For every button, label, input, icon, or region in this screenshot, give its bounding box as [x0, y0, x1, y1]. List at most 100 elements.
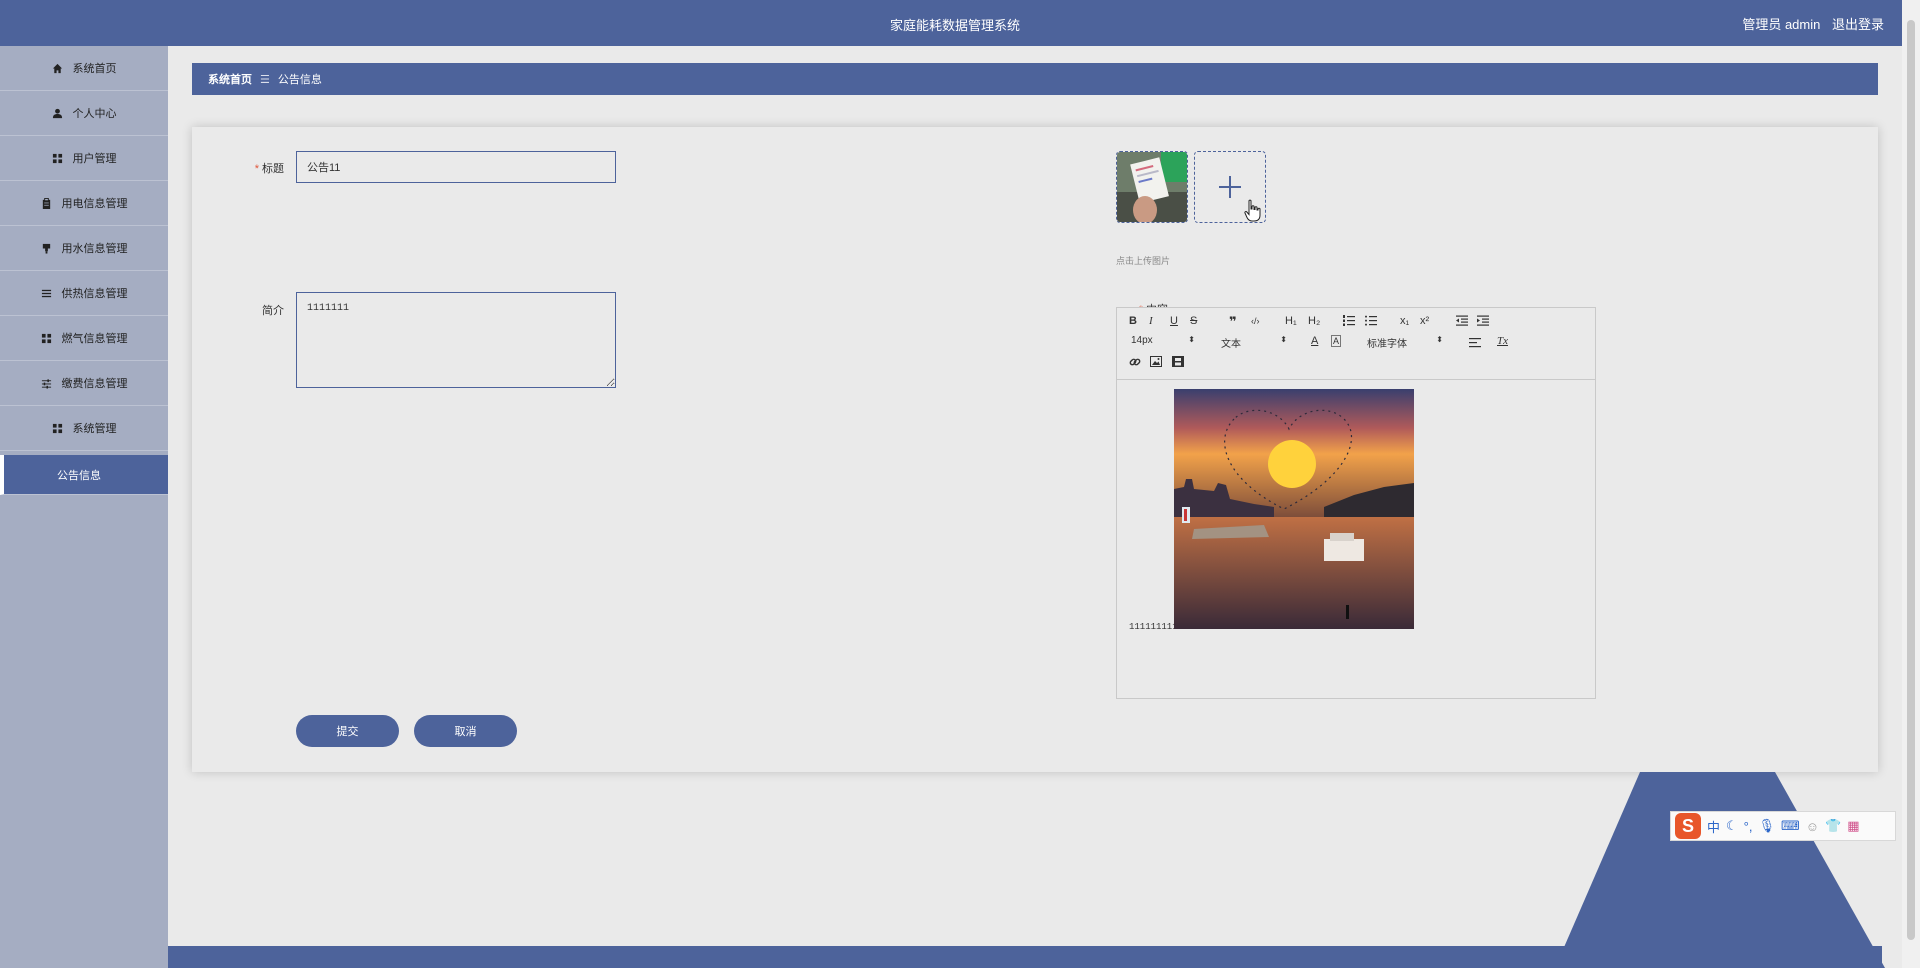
decorative-triangle	[1555, 772, 1885, 968]
outdent-button[interactable]	[1456, 315, 1468, 329]
font-size-select[interactable]: 14px ⬍	[1131, 335, 1195, 346]
notice-form-card: *标题 简介 1111111 *图片 点击上传图片	[192, 127, 1878, 772]
grid-icon	[41, 332, 53, 344]
sidebar-item-electricity[interactable]: 用电信息管理	[0, 181, 168, 226]
submit-button[interactable]: 提交	[296, 715, 399, 747]
sidebar-item-payment[interactable]: 缴费信息管理	[0, 361, 168, 406]
select-arrows-icon: ⬍	[1188, 335, 1195, 344]
scrollbar-thumb[interactable]	[1907, 20, 1915, 940]
select-arrows-icon: ⬍	[1280, 335, 1287, 344]
select-arrows-icon: ⬍	[1436, 335, 1443, 344]
outdent-icon	[1456, 315, 1468, 326]
link-icon	[1129, 358, 1141, 366]
background-color-button[interactable]: A	[1331, 335, 1342, 347]
plus-icon	[1219, 176, 1241, 198]
header1-button[interactable]: H₁	[1285, 315, 1297, 327]
title-label: * 标题	[254, 163, 284, 175]
video-button[interactable]	[1172, 356, 1184, 370]
ime-toolbar[interactable]: S 中 ☾ °, 🎙 ⌨ ☺ 👕 ▦	[1670, 811, 1896, 841]
strike-button[interactable]: S	[1190, 315, 1197, 327]
sidebar-item-system[interactable]: 系统管理	[0, 406, 168, 451]
ordered-list-button[interactable]	[1343, 315, 1355, 329]
link-button[interactable]	[1129, 356, 1141, 371]
image-button[interactable]	[1150, 356, 1162, 370]
clear-format-icon: Tx	[1497, 335, 1508, 347]
footer-bar	[168, 946, 1882, 968]
underline-button[interactable]: U	[1170, 315, 1178, 327]
video-icon	[1172, 356, 1184, 367]
sidebar-item-gas[interactable]: 燃气信息管理	[0, 316, 168, 361]
font-family-select[interactable]: 标准字体 ⬍	[1367, 335, 1443, 350]
ordered-list-icon	[1343, 315, 1355, 326]
subscript-button[interactable]: x₁	[1400, 315, 1409, 327]
sidebar: 系统首页 个人中心 用户管理 用电信息管理 用水信息管理 供热信息管理 燃气信息…	[0, 46, 168, 968]
background-color-icon: A	[1333, 336, 1340, 346]
user-icon[interactable]: ☺	[1806, 819, 1819, 834]
image-icon	[1150, 356, 1162, 367]
header2-button[interactable]: H₂	[1308, 315, 1320, 327]
logout-link[interactable]: 退出登录	[1832, 17, 1884, 32]
apps-grid-icon[interactable]: ▦	[1847, 818, 1859, 834]
upload-hint: 点击上传图片	[1116, 256, 1171, 266]
sidebar-item-label: 燃气信息管理	[61, 333, 128, 345]
punctuation-icon[interactable]: °,	[1744, 819, 1753, 834]
code-block-button[interactable]: ‹/›	[1251, 316, 1260, 326]
sidebar-item-home[interactable]: 系统首页	[0, 46, 168, 91]
blockquote-button[interactable]: ❞	[1229, 314, 1237, 330]
moon-icon[interactable]: ☾	[1726, 818, 1738, 834]
sidebar-item-water[interactable]: 用水信息管理	[0, 226, 168, 271]
user-area: 管理员 admin 退出登录	[1734, 14, 1884, 33]
sidebar-item-heating[interactable]: 供热信息管理	[0, 271, 168, 316]
bold-button[interactable]: B	[1129, 315, 1137, 327]
bullet-list-button[interactable]	[1365, 315, 1377, 329]
bullet-list-icon	[1365, 315, 1377, 326]
page-scrollbar[interactable]	[1902, 0, 1920, 968]
sidebar-item-label: 供热信息管理	[61, 288, 128, 300]
top-bar: 家庭能耗数据管理系统 管理员 admin 退出登录	[0, 0, 1920, 46]
indent-button[interactable]	[1477, 315, 1489, 329]
keyboard-icon[interactable]: ⌨	[1781, 818, 1800, 834]
editor-toolbar: B I U S ❞ ‹/› H₁ H₂ x₁ x² 14px ⬍ 文本 ⬍ A …	[1117, 308, 1595, 380]
sidebar-item-label: 公告信息	[57, 469, 101, 482]
sidebar-item-notices[interactable]: 公告信息	[0, 455, 168, 495]
cancel-button[interactable]: 取消	[414, 715, 517, 747]
clear-format-button[interactable]: Tx	[1497, 335, 1508, 347]
sidebar-item-label: 个人中心	[72, 108, 117, 120]
sidebar-item-profile[interactable]: 个人中心	[0, 91, 168, 136]
uploaded-image-thumbnail[interactable]	[1116, 151, 1188, 223]
text-color-icon: A	[1311, 335, 1319, 347]
sogou-logo-icon: S	[1675, 813, 1701, 839]
align-left-icon	[1469, 338, 1481, 348]
summary-label: 简介	[262, 305, 284, 317]
title-input[interactable]	[296, 151, 616, 183]
italic-button[interactable]: I	[1149, 315, 1153, 327]
sliders-icon	[41, 377, 53, 389]
photo-thumbnail-icon	[1117, 152, 1187, 222]
microphone-icon[interactable]: 🎙	[1758, 818, 1775, 834]
align-button[interactable]	[1469, 337, 1481, 351]
breadcrumb-separator: ☰	[260, 73, 270, 86]
superscript-button[interactable]: x²	[1420, 315, 1429, 327]
breadcrumb-current: 公告信息	[277, 74, 322, 86]
grid-icon	[52, 152, 64, 164]
sidebar-item-users[interactable]: 用户管理	[0, 136, 168, 181]
summary-textarea[interactable]: 1111111	[296, 292, 616, 388]
font-color-button[interactable]: A	[1311, 335, 1318, 347]
indent-icon	[1477, 315, 1489, 326]
paragraph-select[interactable]: 文本 ⬍	[1221, 335, 1287, 350]
sidebar-item-label: 用户管理	[72, 153, 117, 165]
sidebar-item-label: 用电信息管理	[61, 198, 128, 210]
user-label: 管理员 admin	[1742, 17, 1821, 32]
shirt-icon[interactable]: 👕	[1825, 818, 1841, 834]
editor-content-area[interactable]: 111111111	[1117, 380, 1595, 698]
hand-cursor-icon	[1244, 199, 1261, 222]
sidebar-item-label: 缴费信息管理	[61, 378, 128, 390]
ime-mode-label[interactable]: 中	[1707, 817, 1720, 836]
breadcrumb-home[interactable]: 系统首页	[208, 71, 252, 87]
faucet-icon	[41, 242, 53, 254]
list-icon	[41, 287, 53, 299]
editor-content-text: 111111111	[1129, 622, 1178, 632]
clipboard-icon	[41, 197, 53, 209]
grid-icon	[52, 422, 64, 434]
sidebar-item-label: 用水信息管理	[61, 243, 128, 255]
